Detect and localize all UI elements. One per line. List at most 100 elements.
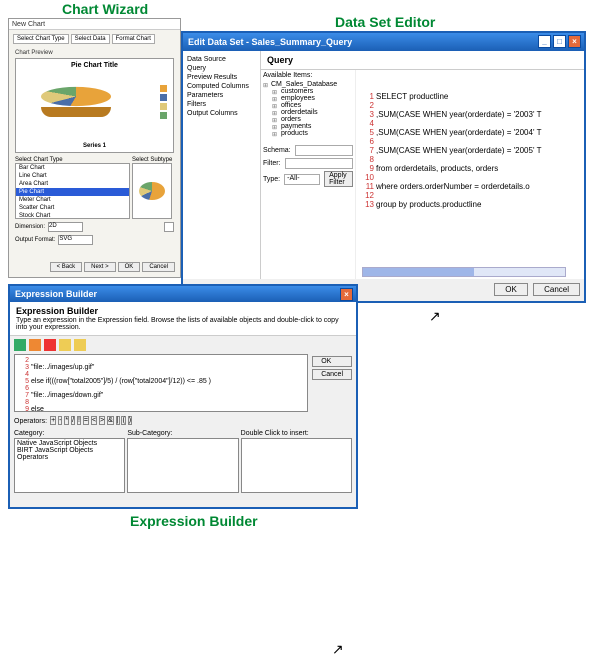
- operator-button[interactable]: >: [99, 416, 105, 425]
- redo-icon[interactable]: [74, 339, 86, 351]
- insert-list[interactable]: [241, 438, 352, 493]
- dse-nav: Data SourceQueryPreview ResultsComputed …: [183, 51, 261, 279]
- dse-nav-item[interactable]: Parameters: [187, 91, 256, 100]
- operator-button[interactable]: +: [50, 416, 56, 425]
- chart-type-item[interactable]: Stock Chart: [16, 212, 129, 219]
- cursor-icon: [429, 308, 441, 324]
- operator-button[interactable]: *: [64, 416, 69, 425]
- eb-close-icon[interactable]: ×: [340, 288, 353, 301]
- operator-button[interactable]: !: [77, 416, 81, 425]
- tree-item[interactable]: products: [263, 130, 353, 137]
- available-items-tree[interactable]: Available Items: CM_Sales_Database custo…: [261, 70, 356, 279]
- expression-builder-window: Expression Builder × Expression Builder …: [8, 284, 358, 509]
- operator-button[interactable]: /: [71, 416, 75, 425]
- operator-button[interactable]: |: [116, 416, 120, 425]
- category-item[interactable]: BIRT JavaScript Objects: [17, 447, 122, 454]
- operator-button[interactable]: (: [121, 416, 125, 425]
- cancel-button[interactable]: Cancel: [142, 262, 175, 272]
- subcategory-header: Sub-Category:: [127, 430, 238, 438]
- tab-select-type[interactable]: Select Chart Type: [13, 34, 69, 44]
- chart-type-item[interactable]: Scatter Chart: [16, 204, 129, 212]
- category-list[interactable]: Native JavaScript ObjectsBIRT JavaScript…: [14, 438, 125, 493]
- pie-title: Pie Chart Title: [16, 59, 173, 69]
- dimension-select[interactable]: 2D: [48, 222, 83, 232]
- chart-type-label: Select Chart Type: [15, 155, 130, 163]
- sql-scrollbar[interactable]: [362, 267, 566, 277]
- cut-icon[interactable]: [29, 339, 41, 351]
- tab-select-data[interactable]: Select Data: [71, 34, 110, 44]
- close-icon[interactable]: ×: [568, 35, 581, 48]
- subcategory-list[interactable]: [127, 438, 238, 493]
- tab-format[interactable]: Format Chart: [112, 34, 155, 44]
- chart-wizard-buttons: < Back Next > OK Cancel: [50, 262, 175, 272]
- dse-titlebar[interactable]: Edit Data Set - Sales_Summary_Query _ □ …: [183, 33, 584, 51]
- dse-nav-item[interactable]: Preview Results: [187, 73, 256, 82]
- operator-button[interactable]: ): [128, 416, 132, 425]
- chart-wizard-tabs: Select Chart Type Select Data Format Cha…: [9, 30, 180, 48]
- tree-item[interactable]: employees: [263, 95, 353, 102]
- tree-item[interactable]: customers: [263, 88, 353, 95]
- output-format-select[interactable]: SVG: [58, 235, 93, 245]
- operator-button[interactable]: <: [91, 416, 97, 425]
- eb-toolbar: [10, 336, 356, 354]
- undo-icon[interactable]: [59, 339, 71, 351]
- back-button[interactable]: < Back: [50, 262, 83, 272]
- maximize-icon[interactable]: □: [553, 35, 566, 48]
- delete-icon[interactable]: [44, 339, 56, 351]
- dse-nav-item[interactable]: Data Source: [187, 55, 256, 64]
- available-items-label: Available Items:: [263, 72, 353, 81]
- apply-filter-button[interactable]: Apply Filter: [324, 171, 353, 187]
- tree-root[interactable]: CM_Sales_Database: [263, 81, 353, 88]
- category-item[interactable]: Operators: [17, 454, 122, 461]
- category-item[interactable]: Native JavaScript Objects: [17, 440, 122, 447]
- chart-type-item[interactable]: Pie Chart: [16, 188, 129, 196]
- chart-type-item[interactable]: Line Chart: [16, 172, 129, 180]
- type-label: Type:: [263, 176, 280, 183]
- schema-select[interactable]: [295, 145, 353, 156]
- dse-cancel-button[interactable]: Cancel: [533, 283, 580, 296]
- filter-label: Filter:: [263, 160, 281, 167]
- chart-subtype-swatch[interactable]: [132, 163, 172, 219]
- schema-label: Schema:: [263, 147, 291, 154]
- minimize-icon[interactable]: _: [538, 35, 551, 48]
- filter-input[interactable]: [285, 158, 354, 169]
- eb-title-text: Expression Builder: [15, 289, 97, 299]
- dse-nav-item[interactable]: Filters: [187, 100, 256, 109]
- type-select[interactable]: -All-: [284, 174, 320, 185]
- operator-button[interactable]: -: [58, 416, 62, 425]
- dse-ok-button[interactable]: OK: [494, 283, 528, 296]
- chart-type-item[interactable]: Area Chart: [16, 180, 129, 188]
- expression-textarea[interactable]: 23"file:../images/up.gif"45else if(((row…: [14, 354, 308, 412]
- copy-icon[interactable]: [14, 339, 26, 351]
- chart-type-item[interactable]: Meter Chart: [16, 196, 129, 204]
- tree-item[interactable]: offices: [263, 102, 353, 109]
- tree-item[interactable]: orders: [263, 116, 353, 123]
- cursor-icon-eb: [332, 641, 344, 657]
- dimension-label: Dimension:: [15, 224, 45, 230]
- pie-legend: [160, 85, 167, 121]
- dse-nav-item[interactable]: Output Columns: [187, 109, 256, 118]
- chart-preview-label: Chart Preview: [9, 48, 180, 56]
- chart-type-item[interactable]: Bar Chart: [16, 164, 129, 172]
- ok-button[interactable]: OK: [118, 262, 141, 272]
- chart-wizard-titlebar[interactable]: New Chart: [9, 19, 180, 30]
- eb-cancel-button[interactable]: Cancel: [312, 369, 352, 380]
- eb-subhead: Type an expression in the Expression fie…: [16, 317, 350, 331]
- operator-button[interactable]: &: [107, 416, 114, 425]
- series-name: Series 1: [16, 143, 173, 149]
- chart-subtype-label: Select Subtype: [132, 155, 174, 163]
- caption-expression-builder: Expression Builder: [130, 513, 258, 529]
- dse-nav-item[interactable]: Query: [187, 64, 256, 73]
- help-button[interactable]: [164, 222, 174, 232]
- sql-editor[interactable]: 1SELECT productline23,SUM(CASE WHEN year…: [356, 70, 584, 279]
- operator-button[interactable]: =: [83, 416, 89, 425]
- eb-titlebar[interactable]: Expression Builder ×: [10, 286, 356, 302]
- data-set-editor-window: Edit Data Set - Sales_Summary_Query _ □ …: [181, 31, 586, 303]
- chart-type-list[interactable]: Bar ChartLine ChartArea ChartPie ChartMe…: [15, 163, 130, 219]
- dse-nav-item[interactable]: Computed Columns: [187, 82, 256, 91]
- next-button[interactable]: Next >: [84, 262, 116, 272]
- tree-item[interactable]: orderdetails: [263, 109, 353, 116]
- eb-ok-button[interactable]: OK: [312, 356, 352, 367]
- category-header: Category:: [14, 430, 125, 438]
- tree-item[interactable]: payments: [263, 123, 353, 130]
